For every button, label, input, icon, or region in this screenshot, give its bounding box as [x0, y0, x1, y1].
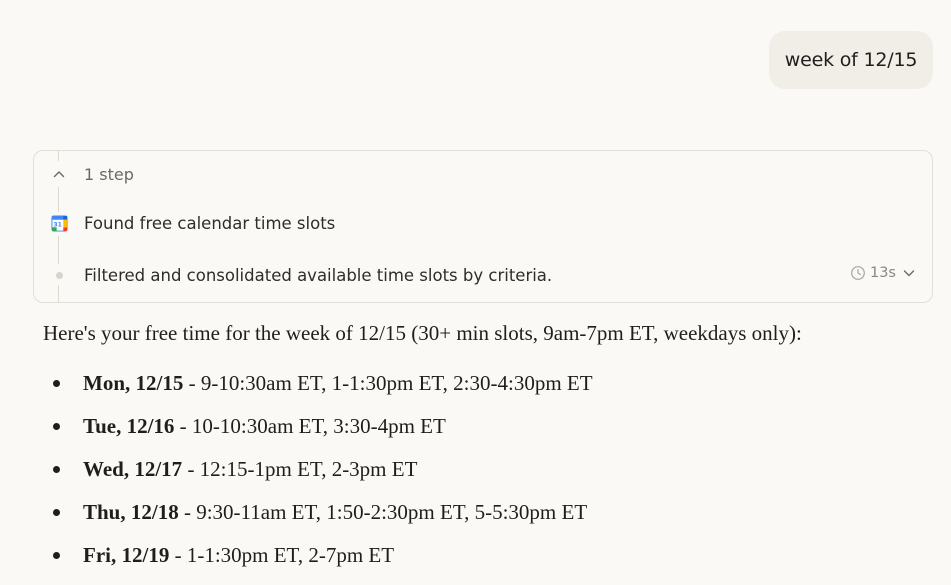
steps-collapse-toggle[interactable]: 1 step [48, 162, 134, 186]
dot-icon [48, 264, 70, 286]
google-calendar-icon: 31 [48, 212, 70, 234]
timeline-line [58, 187, 59, 213]
list-item: Fri, 12/19 - 1-1:30pm ET, 2-7pm ET [43, 540, 943, 583]
day-label: Mon, 12/15 [83, 371, 184, 395]
steps-panel: 1 step 31 Found free calendar time slots… [33, 150, 933, 303]
slot-times: - 10-10:30am ET, 3:30-4pm ET [174, 414, 446, 438]
step-item: Filtered and consolidated available time… [48, 264, 552, 286]
list-item: Mon, 12/15 - 9-10:30am ET, 1-1:30pm ET, … [43, 368, 943, 411]
day-label: Tue, 12/16 [83, 414, 175, 438]
slot-times: - 9-10:30am ET, 1-1:30pm ET, 2:30-4:30pm… [183, 371, 593, 395]
day-label: Wed, 12/17 [83, 457, 183, 481]
chevron-down-icon [902, 266, 916, 280]
timeline-line [58, 236, 59, 264]
slot-times: - 12:15-1pm ET, 2-3pm ET [182, 457, 418, 481]
chevron-up-icon [48, 163, 70, 185]
step-item-label: Filtered and consolidated available time… [84, 265, 553, 285]
list-item: Tue, 12/16 - 10-10:30am ET, 3:30-4pm ET [43, 411, 943, 454]
list-item: Thu, 12/18 - 9:30-11am ET, 1:50-2:30pm E… [43, 497, 943, 540]
free-time-list: Mon, 12/15 - 9-10:30am ET, 1-1:30pm ET, … [43, 368, 943, 583]
timeline-line [58, 151, 59, 161]
slot-times: - 9:30-11am ET, 1:50-2:30pm ET, 5-5:30pm… [178, 500, 588, 524]
svg-text:31: 31 [53, 221, 62, 228]
day-label: Thu, 12/18 [83, 500, 179, 524]
timeline-line [58, 285, 59, 303]
step-item: 31 Found free calendar time slots [48, 212, 335, 234]
clock-icon [850, 265, 866, 281]
step-item-label: Found free calendar time slots [84, 213, 336, 233]
assistant-response: Here's your free time for the week of 12… [43, 318, 943, 583]
user-message-bubble: week of 12/15 [769, 31, 933, 89]
slot-times: - 1-1:30pm ET, 2-7pm ET [169, 543, 395, 567]
step-count-label: 1 step [84, 164, 134, 184]
list-item: Wed, 12/17 - 12:15-1pm ET, 2-3pm ET [43, 454, 943, 497]
user-message-text: week of 12/15 [784, 49, 918, 71]
duration-label: 13s [869, 265, 896, 281]
duration-toggle[interactable]: 13s [850, 265, 916, 281]
day-label: Fri, 12/19 [83, 543, 170, 567]
response-intro: Here's your free time for the week of 12… [43, 321, 802, 345]
